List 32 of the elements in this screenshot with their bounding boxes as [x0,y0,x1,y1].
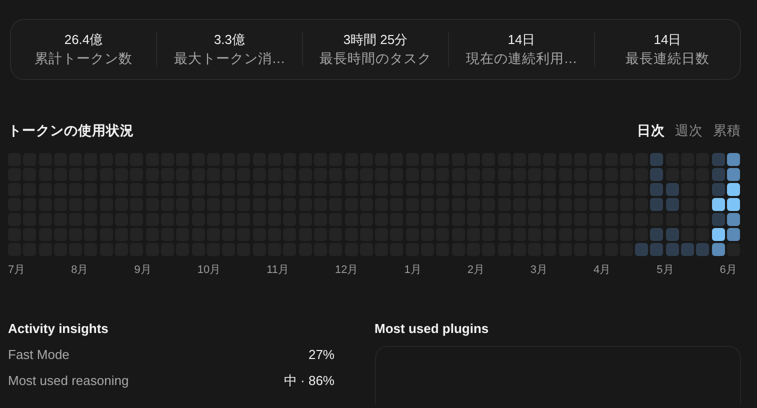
month-label: 2月 [467,263,484,278]
period-tab[interactable]: 日次 [637,121,665,142]
month-label: 10月 [197,263,221,278]
month-label: 1月 [404,263,422,278]
insight-label: Most used reasoning [8,372,129,390]
stat-label: 現在の連続利用… [464,50,578,68]
stat-label: 最大トークン消… [172,50,286,68]
month-label: 4月 [594,263,611,278]
stat-value: 3.3億 [212,30,246,48]
month-label: 7月 [8,263,26,278]
insight-value: 27% [308,346,334,364]
stat-value: 26.4億 [63,30,104,48]
month-label: 5月 [656,263,674,278]
period-tab[interactable]: 週次 [675,121,703,142]
section-title: Activity insights [8,320,110,338]
section-title: Most used plugins [374,320,490,338]
month-label: 12月 [334,263,358,278]
stat-value: 14日 [506,30,536,48]
stat-label: 最長連続日数 [624,50,710,68]
stat-label: 最長時間のタスク [318,50,432,68]
month-label: 9月 [134,263,152,278]
insight-label: Fast Mode [8,346,70,364]
stat-value: 3時間 25分 [342,30,409,48]
month-label: 8月 [71,263,88,278]
month-label: 3月 [530,263,548,278]
stat-value: 14日 [652,30,682,48]
period-tab[interactable]: 累積 [713,121,741,142]
stat-label: 累計トークン数 [34,50,134,68]
month-label: 6月 [720,263,737,278]
month-label: 11月 [266,263,289,278]
insight-value: 中 · 86% [284,372,334,390]
section-title: トークンの使用状況 [8,122,134,140]
